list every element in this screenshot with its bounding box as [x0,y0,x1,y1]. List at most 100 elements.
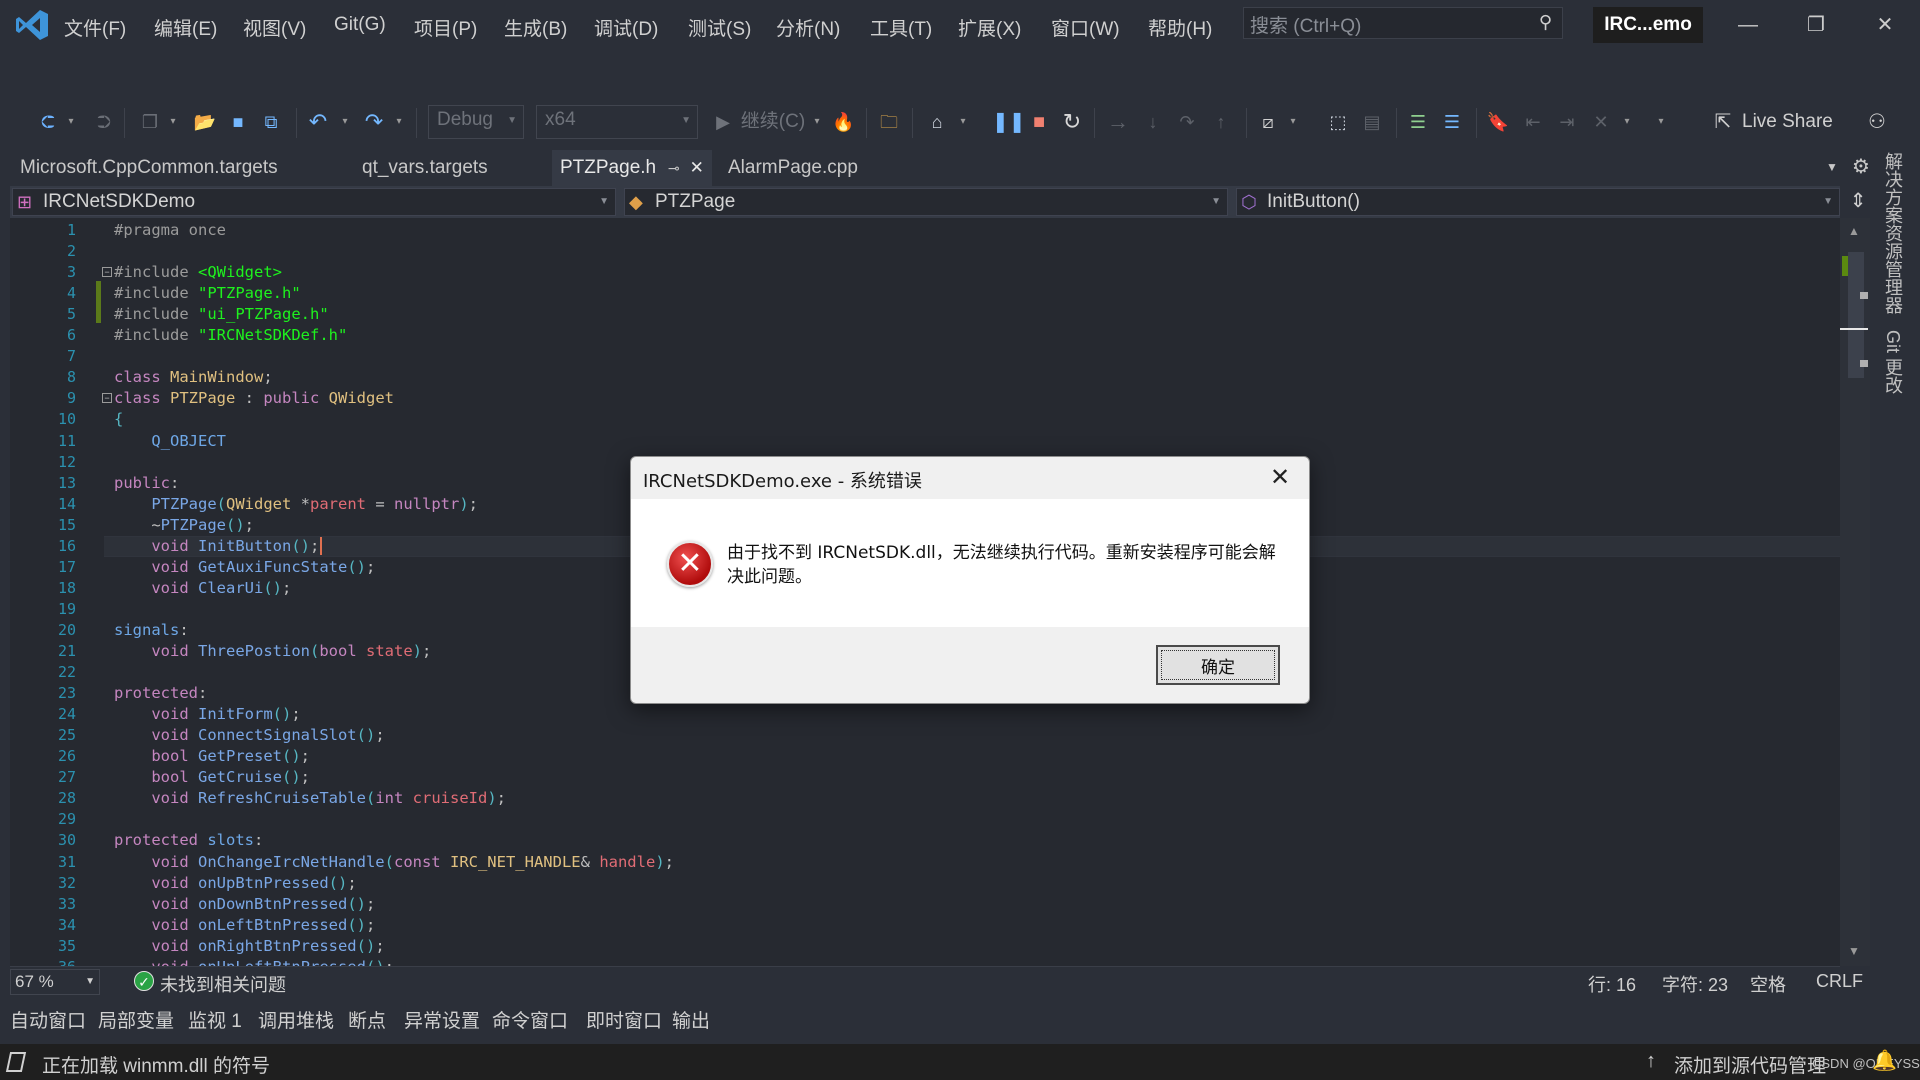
code-line[interactable]: class MainWindow; [114,367,273,388]
bottom-tab[interactable]: 调用堆栈 [258,1006,334,1033]
fold-toggle-icon[interactable]: − [102,267,112,277]
member-navigation-select[interactable]: ⬡ InitButton() ▼ [1236,188,1840,216]
tab-list-dropdown-icon[interactable]: ▼ [1826,160,1838,174]
code-line[interactable]: void GetAuxiFuncState(); [114,557,375,578]
menu-item[interactable]: Git(G) [334,14,386,36]
code-line[interactable]: void ConnectSignalSlot(); [114,725,384,746]
line-indicator[interactable]: 行: 16 [1588,971,1636,997]
dialog-close-button[interactable]: ✕ [1265,463,1295,493]
code-token: #include [114,326,198,344]
project-navigation-select[interactable]: ⊞ IRCNetSDKDemo ▼ [12,188,616,216]
menu-item[interactable]: 视图(V) [243,14,306,41]
code-line[interactable]: protected slots: [114,830,263,851]
pin-icon[interactable]: ⊸ [664,160,684,176]
vertical-scrollbar[interactable]: ▲ ▼ [1840,218,1870,966]
menu-item[interactable]: 帮助(H) [1148,14,1212,41]
code-token: ; [365,916,376,934]
scroll-up-icon[interactable]: ▲ [1848,224,1860,238]
scroll-down-icon[interactable]: ▼ [1848,944,1860,958]
project-badge[interactable]: IRC...emo [1593,7,1703,43]
code-token: onDownBtnPressed [198,895,348,913]
code-line[interactable]: void onLeftBtnPressed(); [114,915,375,936]
bottom-tab[interactable]: 即时窗口 [586,1006,662,1033]
code-line[interactable]: void ThreePostion(bool state); [114,641,431,662]
add-to-source-control-button[interactable]: 添加到源代码管理 [1674,1051,1826,1078]
menu-item[interactable]: 工具(T) [870,14,932,41]
menu-item[interactable]: 测试(S) [688,14,751,41]
bottom-tab[interactable]: 自动窗口 [10,1006,86,1033]
bottom-tab[interactable]: 局部变量 [98,1006,174,1033]
code-line[interactable]: #include "IRCNetSDKDef.h" [114,325,347,346]
settings-gear-icon[interactable]: ⚙ [1852,154,1870,179]
ok-button[interactable]: 确定 [1156,645,1280,685]
tab-qt-vars-targets[interactable]: qt_vars.targets [354,150,496,186]
split-editor-icon[interactable]: ⇕ [1846,188,1870,216]
scope-navigation-select[interactable]: ◆ PTZPage ▼ [624,188,1228,216]
bottom-tab[interactable]: 断点 [348,1006,386,1033]
code-line[interactable]: #include <QWidget> [114,262,282,283]
code-line[interactable]: #include "PTZPage.h" [114,283,301,304]
code-line[interactable]: void onDownBtnPressed(); [114,894,375,915]
line-number: 11 [57,432,76,450]
code-line[interactable]: bool GetPreset(); [114,746,310,767]
line-ending-indicator[interactable]: CRLF [1816,971,1863,992]
code-line[interactable]: protected: [114,683,207,704]
char-indicator[interactable]: 字符: 23 [1662,971,1728,997]
code-line[interactable]: void InitButton(); [114,536,323,557]
bottom-tab[interactable]: 输出 [672,1006,710,1033]
line-number: 31 [57,853,76,871]
code-line[interactable]: ~PTZPage(); [114,515,254,536]
bottom-tab[interactable]: 监视 1 [188,1006,242,1033]
code-line[interactable]: void onRightBtnPressed(); [114,936,384,957]
code-token: void [151,853,198,871]
issues-status[interactable]: 未找到相关问题 [160,971,286,997]
notifications-bell-icon[interactable]: 🔔 [1872,1048,1897,1073]
tab-ptzpage-h[interactable]: PTZPage.h ⊸ ✕ [552,150,712,186]
solution-explorer-tab[interactable]: 解决方案资源管理器 [1880,152,1906,314]
tab-alarmpage-cpp[interactable]: AlarmPage.cpp [720,150,866,186]
minimize-button[interactable]: — [1723,8,1773,42]
code-token: protected [114,831,208,849]
code-line[interactable]: #include "ui_PTZPage.h" [114,304,329,325]
code-line[interactable]: bool GetCruise(); [114,767,310,788]
menu-item[interactable]: 调试(D) [594,14,658,41]
code-line[interactable]: #pragma once [114,220,226,241]
whitespace-indicator[interactable]: 空格 [1750,971,1786,997]
menu-item[interactable]: 窗口(W) [1051,14,1120,41]
code-token: public [114,474,170,492]
code-line[interactable]: { [114,409,123,430]
line-number: 6 [66,326,76,344]
error-icon: ✕ [667,541,713,587]
code-token: ; [310,537,320,555]
menu-item[interactable]: 编辑(E) [154,14,217,41]
menu-item[interactable]: 生成(B) [504,14,567,41]
code-line[interactable]: class PTZPage : public QWidget [114,388,394,409]
fold-toggle-icon[interactable]: − [102,393,112,403]
menu-item[interactable]: 扩展(X) [958,14,1021,41]
restore-button[interactable]: ❐ [1791,8,1841,42]
bottom-tab[interactable]: 命令窗口 [492,1006,568,1033]
scope-value: PTZPage [655,191,736,212]
code-line[interactable]: Q_OBJECT [114,431,226,452]
close-tab-icon[interactable]: ✕ [690,158,704,177]
code-line[interactable]: void RefreshCruiseTable(int cruiseId); [114,788,506,809]
search-input[interactable]: 搜索 (Ctrl+Q) ⚲ [1243,7,1563,39]
close-button[interactable]: ✕ [1860,8,1910,42]
menu-item[interactable]: 分析(N) [776,14,840,41]
menu-item[interactable]: 项目(P) [414,14,477,41]
tab-microsoft-cppcommon-targets[interactable]: Microsoft.CppCommon.targets [12,150,286,186]
code-line[interactable]: PTZPage(QWidget *parent = nullptr); [114,494,478,515]
bottom-tab[interactable]: 异常设置 [404,1006,480,1033]
code-line[interactable]: void onUpBtnPressed(); [114,873,356,894]
zoom-select[interactable]: 67 % ▼ [10,969,100,995]
menu-item[interactable]: 文件(F) [64,14,126,41]
code-token: * [300,495,310,513]
code-line[interactable]: void OnChangeIrcNetHandle(const IRC_NET_… [114,852,674,873]
code-line[interactable]: public: [114,473,179,494]
code-line[interactable]: void InitForm(); [114,704,300,725]
code-line[interactable]: signals: [114,620,189,641]
code-line[interactable]: void ClearUi(); [114,578,291,599]
git-changes-tab[interactable]: Git 更改 [1880,330,1906,394]
